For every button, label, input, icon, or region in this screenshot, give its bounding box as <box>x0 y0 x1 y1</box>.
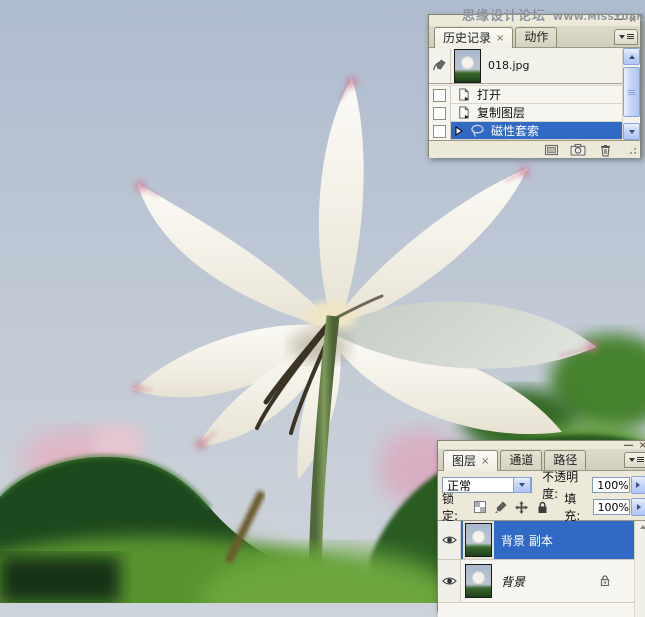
history-state-row-open[interactable]: 打开 <box>429 86 622 104</box>
chevron-down-icon <box>629 130 635 134</box>
tab-history-close-icon[interactable]: × <box>496 31 504 46</box>
tab-history-label: 历史记录 <box>443 31 491 46</box>
chevron-down-icon <box>629 458 635 462</box>
menu-lines-icon <box>627 34 634 40</box>
combo-dropdown-button[interactable] <box>513 477 531 493</box>
screenshot-root: { "watermark": { "site_name": "思缘设计论坛", … <box>0 0 645 603</box>
lock-image-button[interactable] <box>493 500 508 515</box>
tab-paths[interactable]: 路径 <box>544 450 586 470</box>
history-brush-checkbox[interactable] <box>433 107 446 120</box>
scroll-down-button[interactable] <box>623 123 640 140</box>
history-checkbox-cell <box>429 122 451 140</box>
history-scrollbar <box>622 48 640 140</box>
document-state-icon <box>455 88 471 102</box>
eye-icon <box>442 535 457 545</box>
fill-label: 填充: <box>564 490 588 524</box>
history-panel-titlebar[interactable]: — × <box>429 15 640 26</box>
history-brush-icon <box>432 59 447 72</box>
chevron-right-icon <box>637 504 641 510</box>
new-snapshot-button[interactable] <box>569 143 587 157</box>
opacity-slider-button[interactable] <box>631 476 645 494</box>
tab-actions-label: 动作 <box>524 30 548 45</box>
history-state-row-magnetic-lasso[interactable]: 磁性套索 <box>429 122 622 140</box>
history-checkbox-cell <box>429 86 451 104</box>
layer-locked-icon <box>600 572 610 591</box>
history-state-label: 复制图层 <box>477 104 525 121</box>
delete-state-button[interactable] <box>596 143 614 157</box>
history-brush-checkbox[interactable] <box>433 125 446 138</box>
minimize-button[interactable]: — <box>614 15 624 25</box>
layer-visibility-toggle[interactable] <box>438 521 461 559</box>
chevron-up-icon <box>640 525 645 529</box>
layer-name: 背景 副本 <box>501 532 553 549</box>
layer-list: 背景 副本 背景 <box>438 520 645 617</box>
tab-paths-label: 路径 <box>553 453 577 468</box>
layer-name: 背景 <box>501 573 525 590</box>
layer-row-background-copy[interactable]: 背景 副本 <box>438 521 634 560</box>
history-brush-checkbox[interactable] <box>433 89 446 102</box>
eye-icon <box>442 576 457 586</box>
layers-panel: — × 图层 × 通道 路径 正常 不透明度: 100% <box>437 440 645 612</box>
tab-channels-label: 通道 <box>509 453 533 468</box>
document-state-icon <box>455 106 471 120</box>
fill-field[interactable]: 100% <box>593 499 630 515</box>
scroll-track[interactable] <box>623 65 640 123</box>
layers-tabstrip: 图层 × 通道 路径 <box>438 449 645 471</box>
history-state-label: 磁性套索 <box>491 122 539 139</box>
chevron-up-icon <box>629 55 635 59</box>
history-tabstrip: 历史记录 × 动作 <box>429 26 640 48</box>
history-brush-source-cell[interactable] <box>429 48 451 83</box>
history-state-row-duplicate-layer[interactable]: 复制图层 <box>429 104 622 122</box>
layers-panel-menu-button[interactable] <box>624 452 645 468</box>
tab-layers[interactable]: 图层 × <box>443 450 498 471</box>
history-snapshot-row[interactable]: 018.jpg <box>429 48 622 84</box>
scroll-up-button[interactable] <box>623 48 640 65</box>
new-document-from-state-button[interactable] <box>542 143 560 157</box>
history-state-marker[interactable] <box>455 126 463 136</box>
tab-actions[interactable]: 动作 <box>515 27 557 47</box>
resize-grip[interactable] <box>625 143 638 156</box>
tab-layers-close-icon[interactable]: × <box>481 454 489 469</box>
lock-transparency-button[interactable] <box>472 500 487 515</box>
chevron-down-icon <box>619 35 625 39</box>
chevron-right-icon <box>636 482 640 488</box>
tab-channels[interactable]: 通道 <box>500 450 542 470</box>
opacity-field[interactable]: 100% <box>592 477 629 493</box>
opacity-value: 100% <box>597 479 628 492</box>
menu-lines-icon <box>637 457 644 463</box>
fill-value: 100% <box>598 501 629 514</box>
magnetic-lasso-icon <box>469 124 485 138</box>
tab-history[interactable]: 历史记录 × <box>434 27 513 48</box>
lock-all-button[interactable] <box>535 500 550 515</box>
layer-row-background[interactable]: 背景 <box>438 560 634 603</box>
tab-layers-label: 图层 <box>452 454 476 469</box>
history-panel-menu-button[interactable] <box>614 29 638 45</box>
close-button[interactable]: × <box>629 15 637 25</box>
history-panel: — × 历史记录 × 动作 018.jp <box>428 14 641 157</box>
history-state-label: 打开 <box>477 86 501 103</box>
snapshot-thumbnail[interactable] <box>454 49 481 83</box>
history-checkbox-cell <box>429 104 451 122</box>
lock-label: 锁定: <box>442 490 466 524</box>
snapshot-name: 018.jpg <box>488 59 530 72</box>
layer-visibility-toggle[interactable] <box>438 560 461 602</box>
chevron-down-icon <box>519 483 525 487</box>
layer-thumbnail[interactable] <box>465 523 492 557</box>
layers-panel-titlebar[interactable]: — × <box>438 441 645 449</box>
scroll-thumb[interactable] <box>623 67 640 117</box>
lock-position-button[interactable] <box>514 500 529 515</box>
history-bottom-bar <box>429 141 640 158</box>
history-list: 018.jpg 打开 复制图层 <box>429 48 640 141</box>
layers-controls: 正常 不透明度: 100% 锁定: <box>438 471 645 520</box>
fill-slider-button[interactable] <box>631 498 645 516</box>
layer-thumbnail[interactable] <box>465 564 492 598</box>
